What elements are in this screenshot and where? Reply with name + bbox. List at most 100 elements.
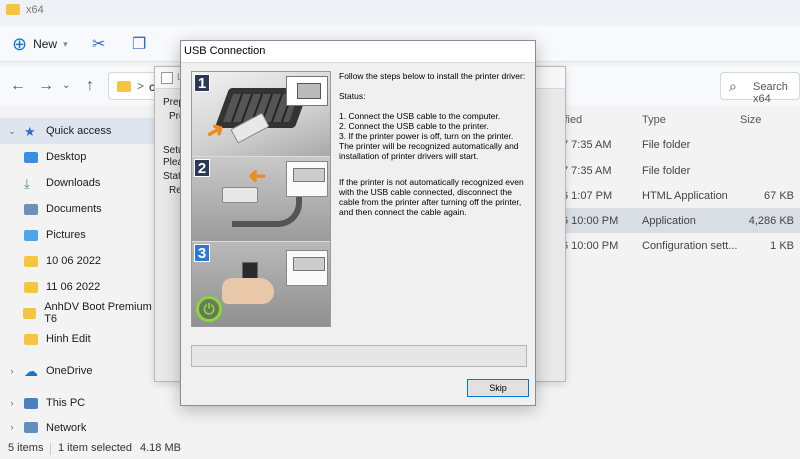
sidebar-item-label: Desktop	[46, 151, 87, 163]
laptop-icon	[286, 76, 328, 106]
chevron-right-icon: ›	[10, 366, 14, 376]
copy-icon[interactable]: ❐	[132, 34, 146, 54]
setup-text: Stat	[163, 171, 181, 182]
table-row-selected[interactable]: 6 10:00 PM Application 4,286 KB	[560, 208, 800, 233]
step-text: The printer will be recognized automatic…	[339, 141, 519, 161]
status-bar: 5 items 1 item selected 4.18 MB	[0, 438, 800, 459]
step-1-panel: ➜ 1	[192, 72, 330, 156]
cloud-icon: ☁	[24, 363, 38, 379]
cell-type: HTML Application	[642, 190, 728, 202]
usb-cable-graphic	[232, 197, 302, 227]
sidebar-item-desktop[interactable]: Desktop	[0, 144, 160, 170]
chevron-right-icon: ›	[10, 398, 14, 408]
progress-bar	[191, 345, 527, 367]
table-row[interactable]: 7 7:35 AM File folder	[560, 158, 800, 183]
folder-icon	[23, 307, 37, 319]
steps-list: 1. Connect the USB cable to the computer…	[339, 111, 531, 161]
sidebar-item-quick-access[interactable]: ⌄ ★ Quick access	[0, 118, 160, 144]
desktop-icon	[24, 151, 38, 163]
sidebar-item-label: This PC	[46, 397, 86, 409]
sidebar-item-documents[interactable]: Documents	[0, 196, 160, 222]
printer-icon	[286, 161, 328, 197]
cell-type: File folder	[642, 165, 691, 177]
dialog-titlebar: USB Connection	[181, 41, 535, 63]
step-number: 3	[194, 244, 210, 262]
table-row[interactable]: 6 1:07 PM HTML Application 67 KB	[560, 183, 800, 208]
skip-button[interactable]: Skip	[467, 379, 529, 397]
back-arrow-icon[interactable]: ←	[10, 77, 26, 95]
sidebar-item-network[interactable]: › Network	[0, 422, 160, 436]
sidebar-item-downloads[interactable]: ⤓ Downloads	[0, 170, 160, 196]
new-button[interactable]: ⊕ New ▾	[12, 34, 68, 54]
orange-arrow-icon: ➜	[248, 163, 267, 188]
download-icon: ⤓	[24, 175, 30, 191]
sidebar-item-anhdv-boot[interactable]: AnhDV Boot Premium T6	[0, 300, 160, 326]
app-logo-icon	[161, 72, 173, 84]
status-label: Status:	[339, 91, 366, 101]
pictures-icon	[24, 229, 38, 241]
window-title: x64	[26, 4, 44, 16]
network-icon	[24, 422, 38, 433]
power-icon: ⏻	[196, 296, 222, 322]
instructions-text: Follow the steps below to install the pr…	[339, 71, 531, 227]
cut-icon[interactable]: ✂	[92, 34, 105, 54]
cell-type: File folder	[642, 139, 691, 151]
chevron-right-icon: ›	[10, 422, 14, 432]
search-field[interactable]: ⌕ Search x64	[720, 72, 800, 105]
chevron-down-icon: ▾	[63, 38, 68, 49]
sidebar-item-folder-10-06-2022[interactable]: 10 06 2022	[0, 248, 160, 274]
sidebar-item-label: Quick access	[46, 125, 112, 137]
sidebar-item-folder-11-06-2022[interactable]: 11 06 2022	[0, 274, 160, 300]
table-row[interactable]: 7 7:35 AM File folder	[560, 132, 800, 157]
cell-modified: 6 10:00 PM	[562, 215, 619, 227]
sidebar-item-pictures[interactable]: Pictures	[0, 222, 160, 248]
sidebar-item-label: 11 06 2022	[46, 281, 101, 293]
hand-graphic	[222, 278, 274, 304]
recent-chevron-icon[interactable]: ⌄	[62, 80, 70, 91]
forward-arrow-icon[interactable]: →	[38, 77, 54, 95]
cell-modified: 7 7:35 AM	[562, 165, 612, 177]
column-header-size[interactable]: Size	[740, 114, 761, 126]
usb-connection-dialog: USB Connection ➜ 1 ➜ 2 ⏻ 3 Follow the st…	[180, 40, 536, 406]
sidebar-item-label: 10 06 2022	[46, 255, 102, 267]
sidebar-item-label: OneDrive	[46, 365, 93, 377]
chevron-down-icon: ⌄	[8, 125, 16, 136]
sidebar-item-label: Documents	[46, 203, 102, 215]
new-button-label: New	[33, 37, 58, 51]
sidebar-item-label: AnhDV Boot Premium T6	[44, 301, 152, 325]
step-2-panel: ➜ 2	[192, 157, 330, 241]
selection-count: 1 item selected	[58, 442, 132, 454]
sidebar-item-onedrive[interactable]: › ☁ OneDrive	[0, 358, 160, 384]
step-number: 2	[194, 159, 210, 177]
note-text: If the printer is not automatically reco…	[339, 177, 524, 217]
folder-icon	[24, 333, 38, 345]
search-placeholder: Search x64	[753, 81, 788, 105]
sidebar-item-this-pc[interactable]: › This PC	[0, 390, 160, 416]
cell-modified: 6 1:07 PM	[562, 190, 613, 202]
folder-icon	[6, 4, 20, 15]
status-divider	[50, 443, 51, 455]
file-list: ified Type Size 7 7:35 AM File folder 7 …	[560, 106, 800, 256]
cell-size: 1 KB	[770, 240, 794, 252]
star-icon: ★	[24, 123, 36, 139]
up-arrow-icon[interactable]: ↑	[86, 77, 94, 95]
printer-icon	[286, 250, 328, 286]
documents-icon	[24, 203, 38, 215]
navigation-pane: ⌄ ★ Quick access Desktop ⤓ Downloads Doc…	[0, 114, 180, 434]
table-row[interactable]: 6 10:00 PM Configuration sett... 1 KB	[560, 233, 800, 258]
step-3-panel: ⏻ 3	[192, 242, 330, 326]
cell-type: Configuration sett...	[642, 240, 738, 252]
sidebar-item-hinh-edit[interactable]: Hinh Edit	[0, 326, 160, 352]
sidebar-item-label: Network	[46, 422, 87, 434]
cell-modified: 6 10:00 PM	[562, 240, 619, 252]
connection-steps-illustration: ➜ 1 ➜ 2 ⏻ 3	[191, 71, 331, 327]
cell-type: Application	[642, 215, 696, 227]
column-header-type[interactable]: Type	[642, 114, 666, 126]
folder-icon	[24, 281, 38, 293]
sidebar-item-label: Hinh Edit	[46, 333, 91, 345]
sidebar-item-label: Pictures	[46, 229, 86, 241]
path-separator: >	[137, 79, 145, 93]
step-text: 3. If the printer power is off, turn on …	[339, 131, 514, 141]
plus-icon: ⊕	[12, 34, 28, 54]
intro-text: Follow the steps below to install the pr…	[339, 71, 526, 81]
